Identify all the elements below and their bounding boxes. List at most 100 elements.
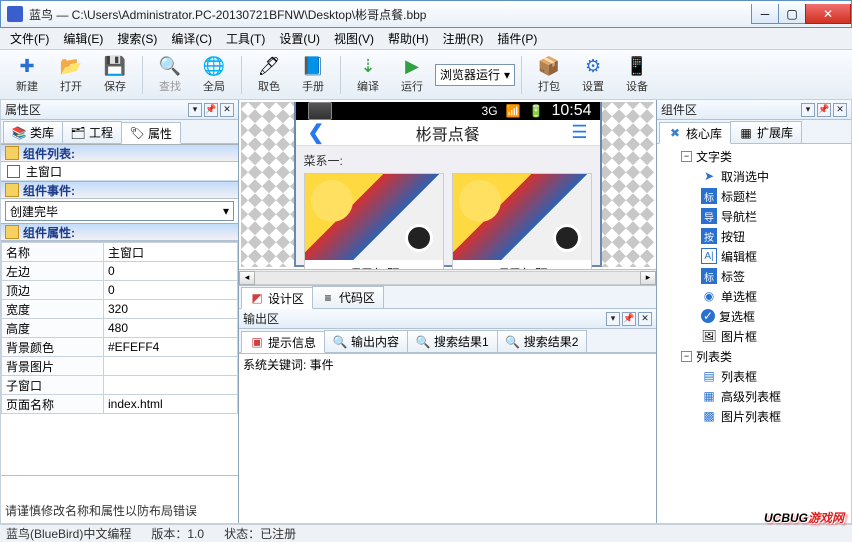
tb-find[interactable]: 🔍查找 [149,52,191,98]
search-icon: 🔍 [416,335,430,349]
tb-setup[interactable]: ⚙设置 [572,52,614,98]
panel-menu-icon[interactable]: ▾ [801,103,815,117]
menu-tools[interactable]: 工具(T) [220,28,271,49]
center-area: 3G 📶 🔋 10:54 ❮ 彬哥点餐 ☰ 菜系一: 项目标题 [239,100,656,523]
prop-row-child[interactable]: 子窗口 [2,376,238,395]
card-row: 项目标题 项目标题 [304,173,592,269]
proj-icon: 🗂 [71,126,85,140]
minimize-button[interactable]: ─ [751,4,779,24]
section-events: 组件事件: [1,181,238,199]
tab-code[interactable]: ≡代码区 [312,286,384,308]
tb-device[interactable]: 📱设备 [616,52,658,98]
tb-save[interactable]: 💾保存 [94,52,136,98]
tb-pack[interactable]: 📦打包 [528,52,570,98]
tab-info[interactable]: ▣提示信息 [241,331,325,353]
collapse-icon[interactable]: − [681,351,692,362]
design-icon: ◩ [250,291,264,305]
item-radio[interactable]: ◉单选框 [657,286,851,306]
menu-register[interactable]: 注册(R) [437,28,490,49]
section-component-list: 组件列表: [1,144,238,162]
build-icon: ⇣ [357,55,379,77]
item-advlist[interactable]: ▦高级列表框 [657,386,851,406]
design-canvas[interactable]: 3G 📶 🔋 10:54 ❮ 彬哥点餐 ☰ 菜系一: 项目标题 [241,102,654,267]
menu-search[interactable]: 搜索(S) [111,28,163,49]
tb-manual[interactable]: 📘手册 [292,52,334,98]
collapse-icon[interactable]: − [681,151,692,162]
hamburger-icon[interactable]: ☰ [571,122,587,143]
prop-row-height[interactable]: 高度480 [2,319,238,338]
item-imglist[interactable]: ▩图片列表框 [657,406,851,426]
phone-preview[interactable]: 3G 📶 🔋 10:54 ❮ 彬哥点餐 ☰ 菜系一: 项目标题 [294,102,602,267]
runmode-combo[interactable]: 浏览器运行▾ [435,64,515,86]
menu-file[interactable]: 文件(F) [4,28,55,49]
horizontal-scrollbar[interactable]: ◂▸ [239,269,656,285]
menu-view[interactable]: 视图(V) [328,28,380,49]
prop-row-page[interactable]: 页面名称index.html [2,395,238,414]
item-navbar[interactable]: 导导航栏 [657,206,851,226]
prop-row-name[interactable]: 名称主窗口 [2,243,238,262]
maximize-button[interactable]: ▢ [778,4,806,24]
separator [521,56,522,94]
panel-pin-icon[interactable]: 📌 [622,312,636,326]
panel-close-icon[interactable]: ✕ [220,103,234,117]
panel-pin-icon[interactable]: 📌 [817,103,831,117]
output-body: 系统关键词: 事件 [239,353,656,523]
item-titlebar[interactable]: 标标题栏 [657,186,851,206]
designer-tabs: ◩设计区 ≡代码区 [239,285,656,309]
menu-help[interactable]: 帮助(H) [382,28,435,49]
back-icon[interactable]: ❮ [308,120,325,145]
tab-ext[interactable]: ▦扩展库 [730,121,802,143]
prop-row-width[interactable]: 宽度320 [2,300,238,319]
menu-edit[interactable]: 编辑(E) [57,28,109,49]
close-button[interactable]: ✕ [805,4,851,24]
cat-text[interactable]: −文字类 [657,146,851,166]
components-panel: 组件区 ▾ 📌 ✕ ✖核心库 ▦扩展库 −文字类 ➤取消选中 标标题栏 导导航栏… [656,100,851,523]
menu-plugin[interactable]: 插件(P) [491,28,543,49]
prop-row-left[interactable]: 左边0 [2,262,238,281]
output-line: 系统关键词: 事件 [243,356,652,373]
device-icon: 📱 [626,55,648,77]
menu-settings[interactable]: 设置(U) [273,28,326,49]
panel-close-icon[interactable]: ✕ [638,312,652,326]
component-main-window[interactable]: 主窗口 [1,162,238,181]
panel-menu-icon[interactable]: ▾ [188,103,202,117]
tab-res2[interactable]: 🔍搜索结果2 [497,330,588,352]
tab-core[interactable]: ✖核心库 [659,122,731,144]
tb-open[interactable]: 📂打开 [50,52,92,98]
separator [340,56,341,94]
tab-prop[interactable]: 🏷属性 [121,122,181,144]
prop-icon: 🏷 [130,126,144,140]
tb-run[interactable]: ▶运行 [391,52,433,98]
tab-proj[interactable]: 🗂工程 [62,121,122,143]
item-checkbox[interactable]: ✓复选框 [657,306,851,326]
tb-build[interactable]: ⇣编译 [347,52,389,98]
tab-content[interactable]: 🔍输出内容 [324,330,408,352]
event-combo[interactable]: 创建完毕▾ [5,201,234,221]
tab-lib[interactable]: 📚类库 [3,121,63,143]
prop-row-bgimg[interactable]: 背景图片 [2,357,238,376]
item-deselect[interactable]: ➤取消选中 [657,166,851,186]
tb-new[interactable]: ✚新建 [6,52,48,98]
book-icon: 📘 [302,55,324,77]
cat-list[interactable]: −列表类 [657,346,851,366]
item-imgbox[interactable]: 🖼图片框 [657,326,851,346]
item-listbox[interactable]: ▤列表框 [657,366,851,386]
window-icon [7,165,20,178]
tab-res1[interactable]: 🔍搜索结果1 [407,330,498,352]
panel-menu-icon[interactable]: ▾ [606,312,620,326]
item-label[interactable]: 标标签 [657,266,851,286]
item-button[interactable]: 按按钮 [657,226,851,246]
panel-pin-icon[interactable]: 📌 [204,103,218,117]
picker-icon: 🖊 [258,55,280,77]
tab-design[interactable]: ◩设计区 [241,287,313,309]
tb-pick[interactable]: 🖊取色 [248,52,290,98]
prop-row-bgcolor[interactable]: 背景颜色#EFEFF4 [2,338,238,357]
item-editbox[interactable]: A|编辑框 [657,246,851,266]
card-2[interactable]: 项目标题 [452,173,592,269]
panel-close-icon[interactable]: ✕ [833,103,847,117]
card-1[interactable]: 项目标题 [304,173,444,269]
prop-row-top[interactable]: 顶边0 [2,281,238,300]
search-icon: 🔍 [506,335,520,349]
menu-compile[interactable]: 编译(C) [165,28,218,49]
tb-global[interactable]: 🌐全局 [193,52,235,98]
